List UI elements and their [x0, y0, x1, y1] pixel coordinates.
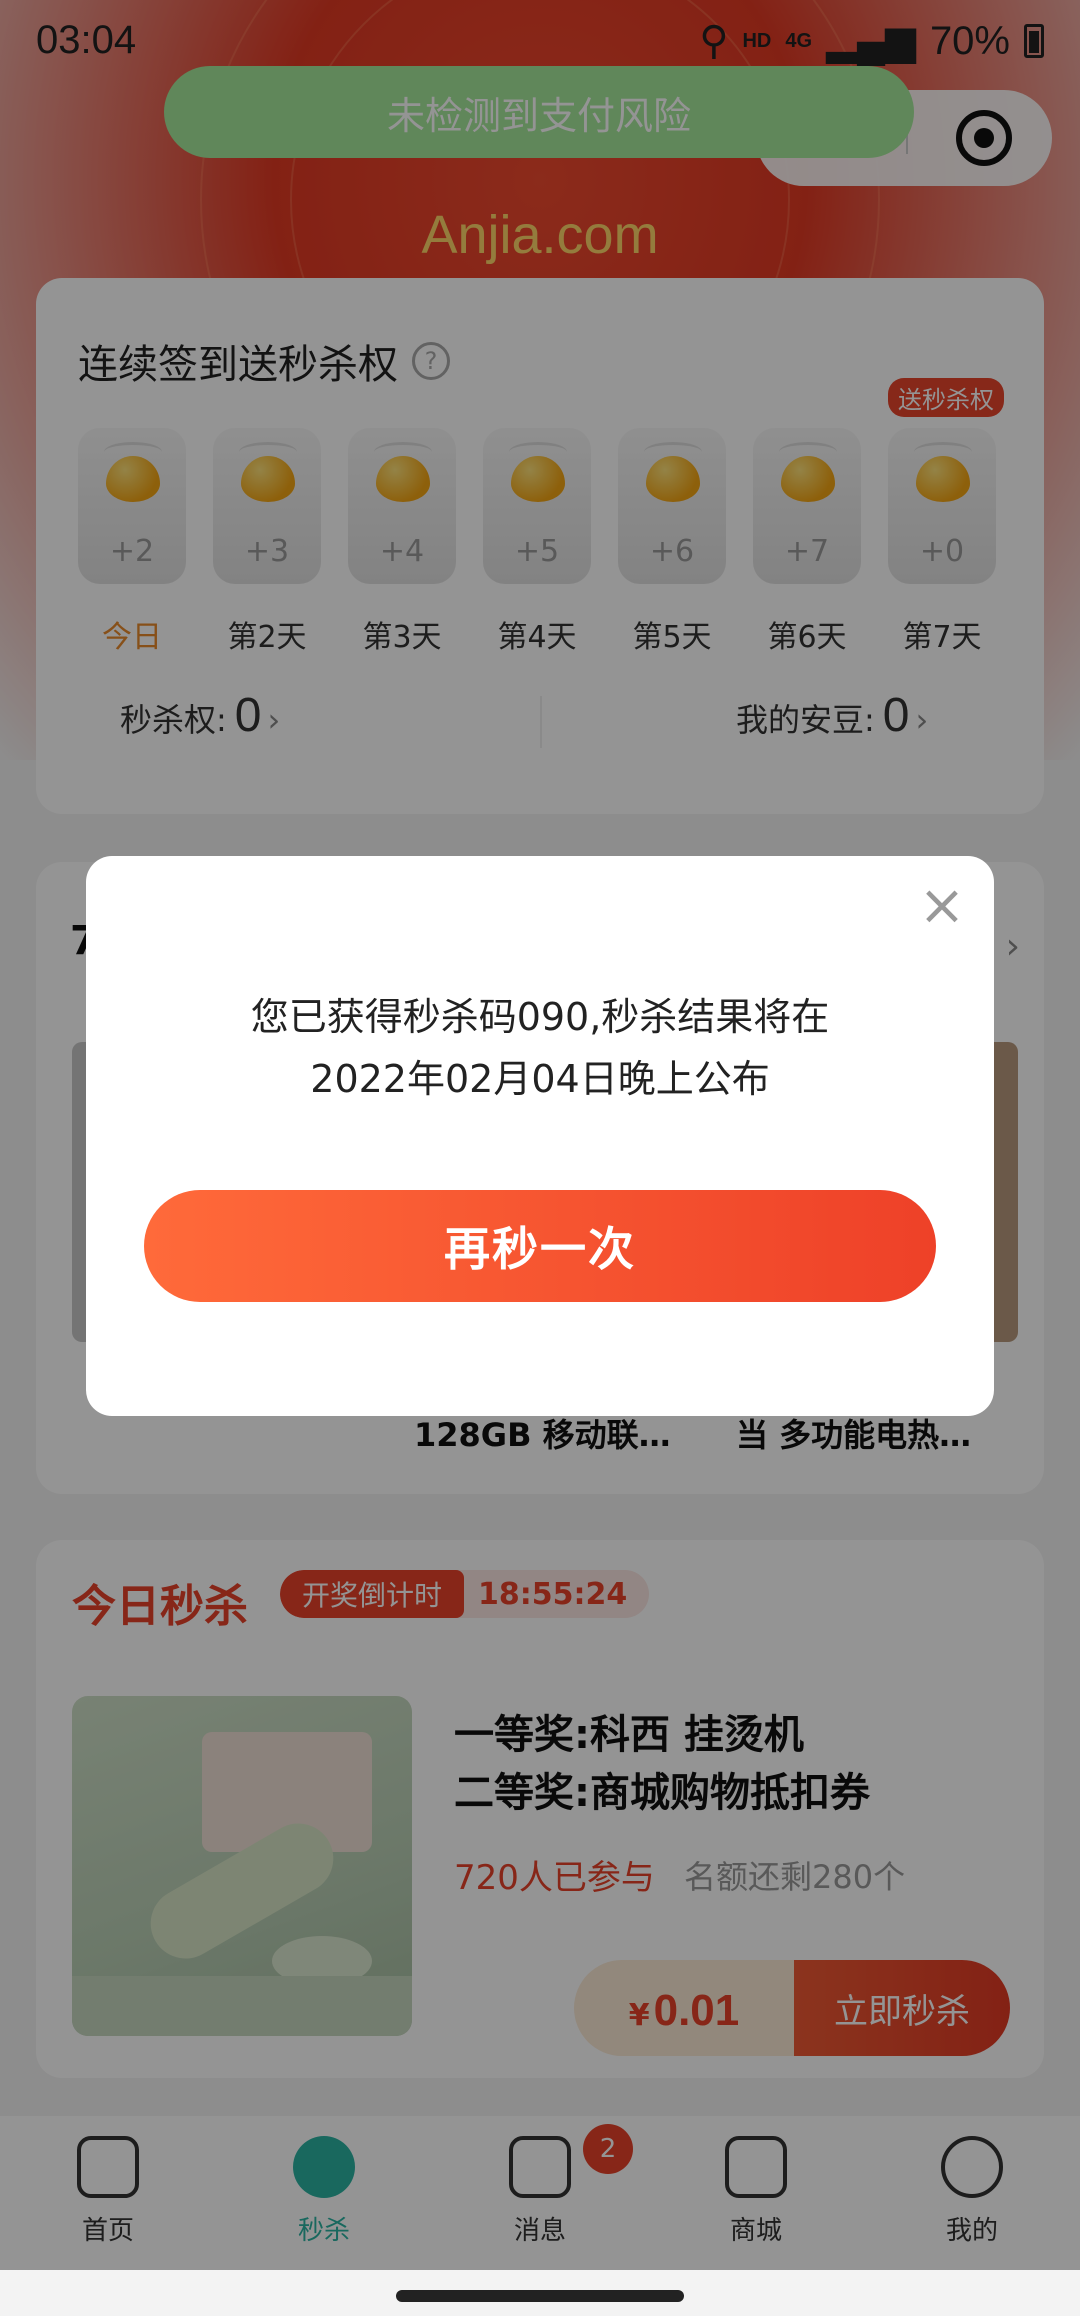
dialog-message-line2: 2022年02月04日晚上公布 — [310, 1057, 770, 1101]
page: 03:04 ⚲ HD 4G ▂▄▆ 70% 未检测到支付风险 Anjia.com… — [0, 0, 1080, 2316]
close-icon[interactable]: × — [912, 876, 972, 936]
home-indicator[interactable] — [396, 2290, 684, 2302]
seckill-again-button[interactable]: 再秒一次 — [144, 1190, 936, 1302]
dialog-message-line1: 您已获得秒杀码090,秒杀结果将在 — [250, 995, 830, 1039]
seckill-result-dialog: × 您已获得秒杀码090,秒杀结果将在 2022年02月04日晚上公布 再秒一次 — [86, 856, 994, 1416]
